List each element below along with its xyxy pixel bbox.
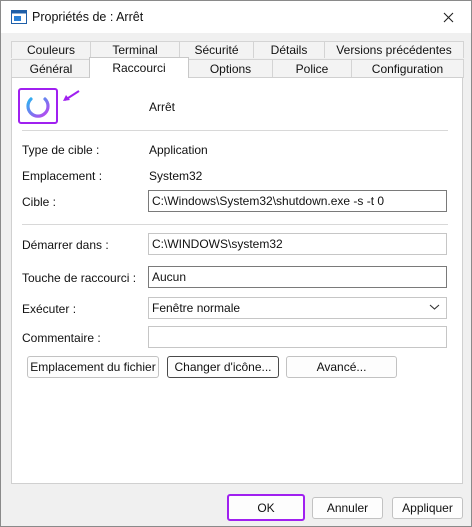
tab-terminal[interactable]: Terminal xyxy=(90,41,180,58)
shortcut-window-icon xyxy=(11,10,27,24)
tab-configuration[interactable]: Configuration xyxy=(351,59,464,78)
advanced-button[interactable]: Avancé... xyxy=(286,356,397,378)
run-label: Exécuter : xyxy=(22,302,77,316)
annotation-arrow-icon xyxy=(63,90,80,101)
run-select[interactable]: Fenêtre normale xyxy=(148,297,447,319)
tab-details[interactable]: Détails xyxy=(253,41,325,58)
shortcut-key-input[interactable]: Aucun xyxy=(148,266,447,288)
shortcut-icon-frame xyxy=(18,88,58,124)
start-in-label: Démarrer dans : xyxy=(22,238,109,252)
apply-button[interactable]: Appliquer xyxy=(392,497,463,519)
change-icon-button[interactable]: Changer d'icône... xyxy=(167,356,279,378)
target-input[interactable]: C:\Windows\System32\shutdown.exe -s -t 0 xyxy=(148,190,447,212)
open-file-location-button[interactable]: Emplacement du fichier xyxy=(27,356,159,378)
comment-label: Commentaire : xyxy=(22,331,101,345)
tab-general[interactable]: Général xyxy=(11,59,91,78)
tab-versions-precedentes[interactable]: Versions précédentes xyxy=(324,41,464,58)
target-label: Cible : xyxy=(22,195,57,209)
close-icon xyxy=(443,12,453,22)
location-value: System32 xyxy=(149,169,203,183)
run-select-value: Fenêtre normale xyxy=(152,301,241,315)
tab-securite[interactable]: Sécurité xyxy=(179,41,254,58)
shortcut-key-label: Touche de raccourci : xyxy=(22,271,137,285)
target-type-value: Application xyxy=(149,143,208,157)
comment-input[interactable] xyxy=(148,326,447,348)
separator xyxy=(22,224,448,225)
shortcut-name: Arrêt xyxy=(149,100,176,114)
close-button[interactable] xyxy=(425,1,471,33)
properties-dialog: Propriétés de : Arrêt Couleurs Terminal … xyxy=(0,0,472,527)
ok-button[interactable]: OK xyxy=(227,494,305,521)
tab-police[interactable]: Police xyxy=(272,59,352,78)
tab-options[interactable]: Options xyxy=(188,59,273,78)
start-in-input[interactable]: C:\WINDOWS\system32 xyxy=(148,233,447,255)
tab-couleurs[interactable]: Couleurs xyxy=(11,41,91,58)
target-type-label: Type de cible : xyxy=(22,143,100,157)
chevron-down-icon xyxy=(429,304,440,310)
separator xyxy=(22,130,448,131)
title-bar[interactable]: Propriétés de : Arrêt xyxy=(1,1,471,33)
tab-raccourci[interactable]: Raccourci xyxy=(89,57,189,78)
location-label: Emplacement : xyxy=(22,169,103,183)
power-icon xyxy=(26,91,50,118)
cancel-button[interactable]: Annuler xyxy=(312,497,383,519)
window-title: Propriétés de : Arrêt xyxy=(32,10,144,24)
